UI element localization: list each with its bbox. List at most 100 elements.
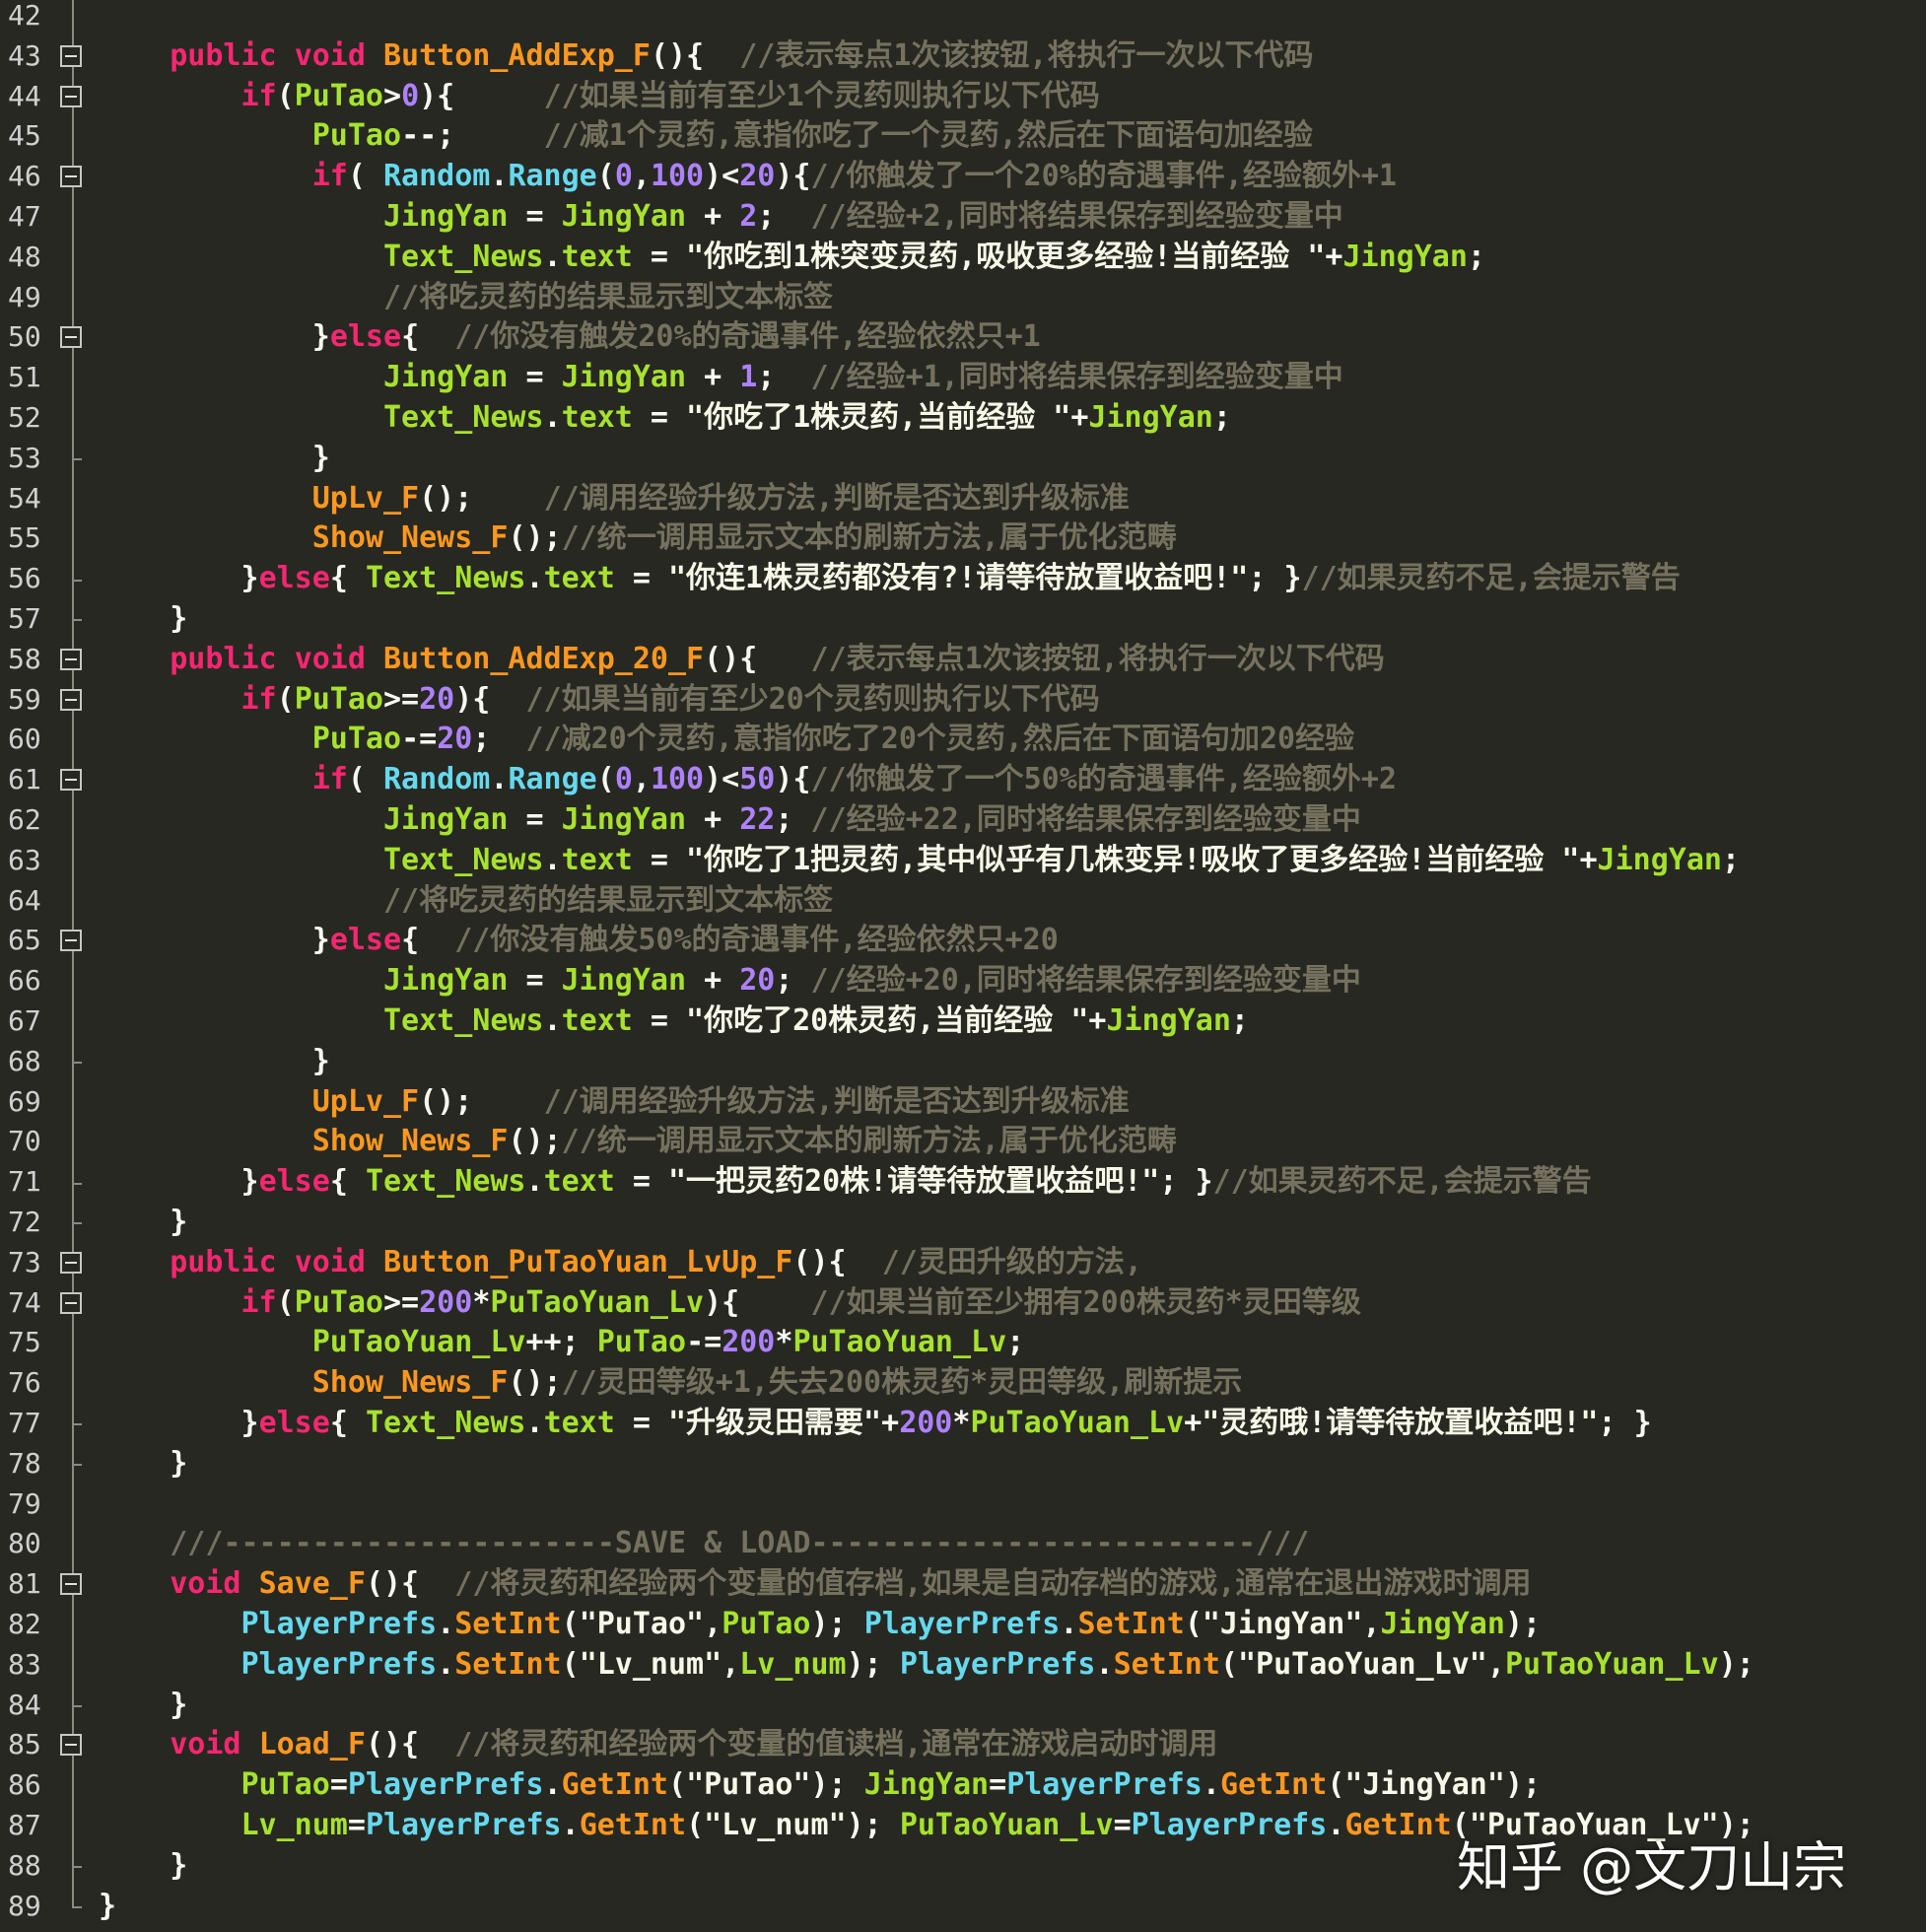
fold-toggle[interactable] — [56, 1725, 86, 1766]
code-token: )< — [704, 159, 740, 194]
fold-toggle[interactable] — [56, 760, 86, 800]
code-line[interactable]: 63 Text_News.text = "你吃了1把灵药,其中似乎有几株变异!吸… — [0, 840, 1926, 881]
code-line[interactable]: 84 } — [0, 1685, 1926, 1726]
code-line[interactable]: 74 if(PuTao>=200*PuTaoYuan_Lv){ //如果当前至少… — [0, 1282, 1926, 1324]
code-line[interactable]: 77 }else{ Text_News.text = "升级灵田需要"+200*… — [0, 1404, 1926, 1444]
code-line[interactable]: 52 Text_News.text = "你吃了1株灵药,当前经验 "+Jing… — [0, 398, 1926, 439]
collapse-icon[interactable] — [60, 1251, 82, 1274]
fold-toggle[interactable] — [56, 679, 86, 721]
code-text: public void Button_AddExp_20_F(){ //表示每点… — [99, 640, 1384, 680]
code-line[interactable]: 69 UpLv_F(); //调用经验升级方法,判断是否达到升级标准 — [0, 1081, 1926, 1123]
fold-toggle[interactable] — [56, 1564, 86, 1605]
code-line[interactable]: 56 }else{ Text_News.text = "你连1株灵药都没有?!请… — [0, 559, 1926, 599]
code-line[interactable]: 43 public void Button_AddExp_F(){ //表示每点… — [0, 35, 1926, 77]
code-line[interactable]: 72 } — [0, 1203, 1926, 1243]
code-line[interactable]: 57 } — [0, 599, 1926, 640]
collapse-icon[interactable] — [60, 688, 82, 711]
fold-toggle[interactable] — [56, 76, 86, 117]
code-line[interactable]: 47 JingYan = JingYan + 2; //经验+2,同时将结果保存… — [0, 197, 1926, 238]
code-line[interactable]: 68 } — [0, 1041, 1926, 1082]
code-line[interactable]: 66 JingYan = JingYan + 20; //经验+20,同时将结果… — [0, 961, 1926, 1001]
code-line[interactable]: 83 PlayerPrefs.SetInt("Lv_num",Lv_num); … — [0, 1644, 1926, 1686]
code-token: //将吃灵药的结果显示到文本标签 — [382, 882, 834, 918]
code-token: { — [329, 561, 366, 596]
code-token: ); — [810, 1767, 864, 1803]
code-line[interactable]: 78 } — [0, 1443, 1926, 1484]
code-token: )< — [704, 762, 740, 797]
code-token: JingYan — [382, 963, 509, 999]
collapse-icon[interactable] — [60, 1573, 82, 1596]
code-line[interactable]: 71 }else{ Text_News.text = "一把灵药20株!请等待放… — [0, 1162, 1926, 1203]
code-line[interactable]: 53 } — [0, 438, 1926, 479]
collapse-icon[interactable] — [60, 930, 82, 952]
line-number: 84 — [8, 1688, 41, 1721]
collapse-icon[interactable] — [60, 85, 82, 107]
code-line[interactable]: 60 PuTao-=20; //减20个灵药,意指你吃了20个灵药,然后在下面语… — [0, 720, 1926, 761]
code-line[interactable]: 42 — [0, 0, 1926, 36]
code-line[interactable]: 58 public void Button_AddExp_20_F(){ //表… — [0, 639, 1926, 680]
collapse-icon[interactable] — [60, 648, 82, 670]
code-line[interactable]: 51 JingYan = JingYan + 1; //经验+1,同时将结果保存… — [0, 358, 1926, 398]
code-editor[interactable]: 42 43 public void Button_AddExp_F(){ //表示… — [0, 0, 1926, 1932]
code-line[interactable]: 46 if( Random.Range(0,100)<20){//你触发了一个2… — [0, 157, 1926, 197]
code-line[interactable]: 75 PuTaoYuan_Lv++; PuTao-=200*PuTaoYuan_… — [0, 1323, 1926, 1364]
code-line[interactable]: 55 Show_News_F();//统一调用显示文本的刷新方法,属于优化范畴 — [0, 518, 1926, 560]
code-line[interactable]: 48 Text_News.text = "你吃到1株突变灵药,吸收更多经验!当前… — [0, 237, 1926, 278]
code-line[interactable]: 81 void Save_F(){ //将灵药和经验两个变量的值存档,如果是自动… — [0, 1564, 1926, 1605]
code-line[interactable]: 64 //将吃灵药的结果显示到文本标签 — [0, 880, 1926, 922]
fold-toggle[interactable] — [56, 35, 86, 77]
code-token: PlayerPrefs — [863, 1607, 1061, 1641]
code-token: public — [170, 641, 277, 676]
collapse-icon[interactable] — [60, 166, 82, 188]
code-line[interactable]: 70 Show_News_F();//统一调用显示文本的刷新方法,属于优化范畴 — [0, 1122, 1926, 1163]
code-token: JingYan — [1597, 842, 1722, 877]
code-line[interactable]: 79 — [0, 1484, 1926, 1525]
code-line[interactable]: 76 Show_News_F();//灵田等级+1,失去200株灵药*灵田等级,… — [0, 1363, 1926, 1404]
code-token: else — [329, 923, 402, 958]
code-line[interactable]: 65 }else{ //你没有触发50%的奇遇事件,经验依然只+20 — [0, 921, 1926, 962]
collapse-icon[interactable] — [60, 326, 82, 349]
fold-toggle[interactable] — [56, 639, 86, 680]
code-token: } — [170, 1445, 188, 1481]
code-line[interactable]: 85 void Load_F(){ //将灵药和经验两个变量的值读档,通常在游戏… — [0, 1725, 1926, 1766]
code-token: , — [632, 159, 651, 194]
fold-toggle[interactable] — [56, 157, 86, 197]
code-token: "你吃了20株灵药,当前经验 " — [686, 1003, 1089, 1038]
code-line[interactable]: 44 if(PuTao>0){ //如果当前有至少1个灵药则执行以下代码 — [0, 76, 1926, 117]
fold-toggle[interactable] — [56, 317, 86, 359]
code-line[interactable]: 45 PuTao--; //减1个灵药,意指你吃了一个灵药,然后在下面语句加经验 — [0, 116, 1926, 158]
collapse-icon[interactable] — [60, 44, 82, 67]
code-line[interactable]: 62 JingYan = JingYan + 22; //经验+22,同时将结果… — [0, 800, 1926, 841]
code-line[interactable]: 61 if( Random.Range(0,100)<50){//你触发了一个5… — [0, 760, 1926, 800]
collapse-icon[interactable] — [60, 1291, 82, 1314]
code-token: PlayerPrefs — [347, 1767, 544, 1803]
code-token: } — [311, 440, 330, 475]
code-token: + — [686, 199, 740, 234]
fold-guide — [56, 961, 86, 1001]
line-number: 88 — [8, 1848, 41, 1882]
code-line[interactable]: 50 }else{ //你没有触发20%的奇遇事件,经验依然只+1 — [0, 317, 1926, 359]
code-line[interactable]: 54 UpLv_F(); //调用经验升级方法,判断是否达到升级标准 — [0, 478, 1926, 519]
code-line[interactable]: 67 Text_News.text = "你吃了20株灵药,当前经验 "+Jin… — [0, 1001, 1926, 1042]
collapse-icon[interactable] — [60, 1734, 82, 1757]
code-line[interactable]: 49 //将吃灵药的结果显示到文本标签 — [0, 277, 1926, 318]
fold-toggle[interactable] — [56, 1242, 86, 1283]
code-token: 0 — [614, 762, 633, 797]
collapse-icon[interactable] — [60, 769, 82, 792]
fold-toggle[interactable] — [56, 921, 86, 962]
code-line[interactable]: 82 PlayerPrefs.SetInt("PuTao",PuTao); Pl… — [0, 1605, 1926, 1645]
code-token: + — [1070, 400, 1089, 435]
fold-toggle[interactable] — [56, 1282, 86, 1324]
code-text: }else{ Text_News.text = "你连1株灵药都没有?!请等待放… — [99, 559, 1681, 599]
code-line[interactable]: 59 if(PuTao>=20){ //如果当前有至少20个灵药则执行以下代码 — [0, 679, 1926, 721]
code-token: //你触发了一个50%的奇遇事件,经验额外+2 — [810, 762, 1398, 797]
fold-guide — [56, 1363, 86, 1404]
code-line[interactable]: 80 ///----------------------SAVE & LOAD-… — [0, 1524, 1926, 1565]
code-line[interactable]: 86 PuTao=PlayerPrefs.GetInt("PuTao"); Ji… — [0, 1765, 1926, 1806]
code-line[interactable]: 73 public void Button_PuTaoYuan_LvUp_F()… — [0, 1242, 1926, 1283]
